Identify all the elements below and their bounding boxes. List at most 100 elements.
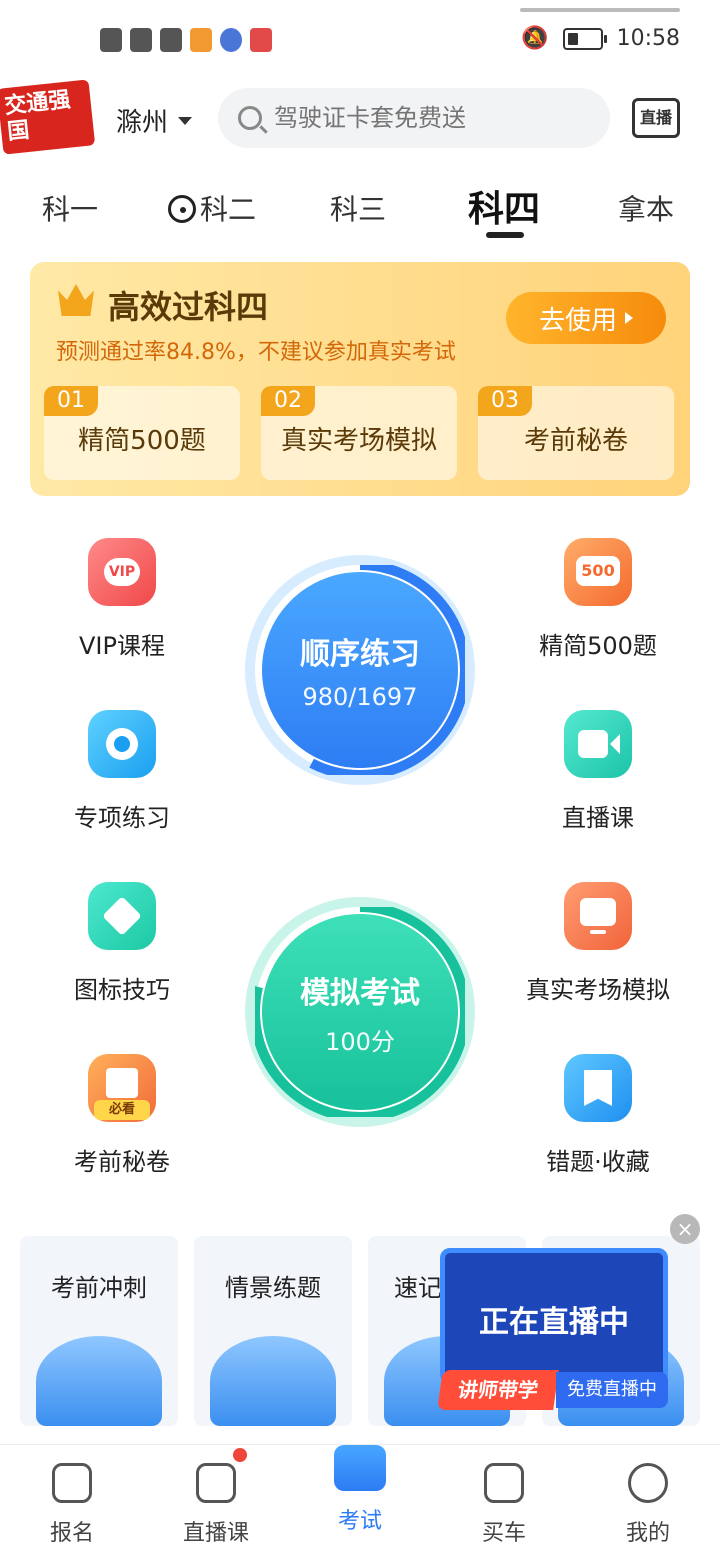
search-icon	[238, 106, 262, 130]
nav-exam[interactable]: 考试	[300, 1445, 420, 1535]
video-app-icon	[190, 28, 212, 52]
play-arrow-icon	[625, 312, 633, 324]
step-number: 02	[261, 386, 315, 416]
nav-label: 我的	[625, 1521, 670, 1546]
tab-ke4[interactable]: 科四	[468, 180, 540, 232]
mock-exam-title: 模拟考试	[300, 975, 420, 1011]
promo-step-2[interactable]: 02 真实考场模拟	[261, 386, 457, 480]
nav-label: 直播课	[182, 1521, 249, 1546]
vip-icon: VIP	[88, 538, 156, 606]
feature-label: 真实考场模拟	[526, 976, 670, 1004]
form-icon	[52, 1463, 92, 1503]
close-icon[interactable]: ×	[670, 1214, 700, 1244]
promo-subtitle: 预测通过率84.8%，不建议参加真实考试	[56, 340, 456, 365]
feature-label: VIP课程	[79, 632, 165, 660]
feature-label: 专项练习	[74, 804, 170, 832]
notification-dot	[233, 1448, 247, 1462]
promo-title: 高效过科四	[108, 288, 269, 326]
feature-label: 图标技巧	[74, 976, 170, 1004]
live-popup[interactable]: 正在直播中 讲师带学 免费直播中	[437, 1248, 668, 1416]
search-bar[interactable]	[218, 88, 610, 148]
cart-icon	[160, 28, 182, 52]
nav-label: 考试	[337, 1509, 382, 1534]
promo-card[interactable]: 高效过科四 预测通过率84.8%，不建议参加真实考试 去使用 01 精简500题…	[30, 262, 690, 496]
practice-progress: 980/1697	[302, 683, 418, 711]
search-input[interactable]	[274, 104, 594, 132]
feature-live-course[interactable]: 直播课	[508, 710, 688, 833]
status-bar: 🔕 10:58	[0, 0, 720, 80]
feature-special-practice[interactable]: 专项练习	[32, 710, 212, 833]
feature-500-questions[interactable]: 500 精简500题	[508, 538, 688, 661]
nav-buy-car[interactable]: 买车	[444, 1463, 564, 1547]
nav-mine[interactable]: 我的	[588, 1463, 708, 1547]
bookmark-icon	[564, 1054, 632, 1122]
wifi-icon	[130, 28, 152, 52]
sequential-practice-button[interactable]: 顺序练习 980/1697	[262, 572, 458, 768]
use-button-label: 去使用	[538, 305, 617, 336]
active-tab-indicator	[486, 232, 524, 238]
chevron-down-icon	[178, 116, 193, 125]
feature-real-exam-sim[interactable]: 真实考场模拟	[508, 882, 688, 1005]
500-icon: 500	[564, 538, 632, 606]
exam-folder-icon	[334, 1445, 386, 1491]
clipboard-icon: 必看	[88, 1054, 156, 1122]
mute-icon: 🔕	[521, 26, 549, 51]
promo-step-3[interactable]: 03 考前秘卷	[478, 386, 674, 480]
tab-ke2[interactable]: 科二	[168, 188, 256, 228]
mock-exam-score: 100分	[325, 1027, 395, 1056]
profile-icon	[628, 1463, 668, 1503]
feature-label: 错题·收藏	[546, 1148, 650, 1176]
target-icon	[88, 710, 156, 778]
steering-wheel-icon	[168, 195, 196, 223]
store-app-icon	[250, 28, 272, 52]
tab-ke1[interactable]: 科一	[42, 188, 98, 228]
use-button[interactable]: 去使用	[506, 292, 666, 344]
alert-icon	[100, 28, 122, 52]
step-number: 01	[44, 386, 98, 416]
feature-label: 考前秘卷	[74, 1148, 170, 1176]
live-popup-title: 正在直播中	[479, 1305, 629, 1340]
video-icon	[564, 710, 632, 778]
feature-vip-course[interactable]: VIP VIP课程	[32, 538, 212, 661]
app-logo[interactable]: 交通强国	[0, 79, 96, 155]
card-sprint[interactable]: 考前冲刺	[20, 1236, 178, 1426]
road-sign-illustration	[210, 1336, 336, 1426]
tab-nabeng[interactable]: 拿本	[618, 188, 674, 228]
notification-icons	[100, 28, 272, 52]
nav-signup[interactable]: 报名	[12, 1463, 132, 1547]
feature-label: 精简500题	[539, 632, 657, 660]
nav-label: 报名	[49, 1521, 94, 1546]
car-icon	[484, 1463, 524, 1503]
clock: 10:58	[616, 26, 680, 51]
mock-exam-button[interactable]: 模拟考试 100分	[262, 914, 458, 1110]
nav-label: 买车	[481, 1521, 526, 1546]
must-see-badge: 必看	[94, 1100, 150, 1120]
step-label: 精简500题	[78, 426, 206, 456]
rocket-illustration	[36, 1336, 162, 1426]
tv-icon	[196, 1448, 247, 1503]
status-indicator-line	[520, 8, 680, 12]
step-label: 真实考场模拟	[280, 426, 437, 456]
music-app-icon	[220, 28, 242, 52]
promo-step-1[interactable]: 01 精简500题	[44, 386, 240, 480]
live-screen: 正在直播中	[440, 1248, 668, 1384]
status-right: 🔕 10:58	[521, 26, 680, 51]
live-tv-icon[interactable]: 直播	[632, 98, 680, 138]
step-number: 03	[478, 386, 532, 416]
card-label: 考前冲刺	[51, 1274, 147, 1302]
bottom-nav: 报名 直播课 考试 买车 我的	[0, 1444, 720, 1560]
nav-live-course[interactable]: 直播课	[156, 1448, 276, 1547]
feature-sign-tips[interactable]: 图标技巧	[32, 882, 212, 1005]
city-selector[interactable]: 滁州	[116, 102, 193, 139]
feature-secret-paper[interactable]: 必看 考前秘卷	[32, 1054, 212, 1177]
card-scenario[interactable]: 情景练题	[194, 1236, 352, 1426]
tab-ke2-label: 科二	[200, 193, 257, 226]
practice-title: 顺序练习	[300, 637, 420, 672]
battery-icon	[562, 27, 607, 50]
feature-mistakes-favorites[interactable]: 错题·收藏	[508, 1054, 688, 1177]
free-live-tag: 免费直播中	[556, 1372, 668, 1408]
tab-ke3[interactable]: 科三	[330, 188, 386, 228]
subject-tabs: 科一 科二 科三 科四 拿本	[0, 180, 720, 240]
card-label: 情景练题	[225, 1274, 321, 1302]
step-label: 考前秘卷	[523, 426, 628, 456]
